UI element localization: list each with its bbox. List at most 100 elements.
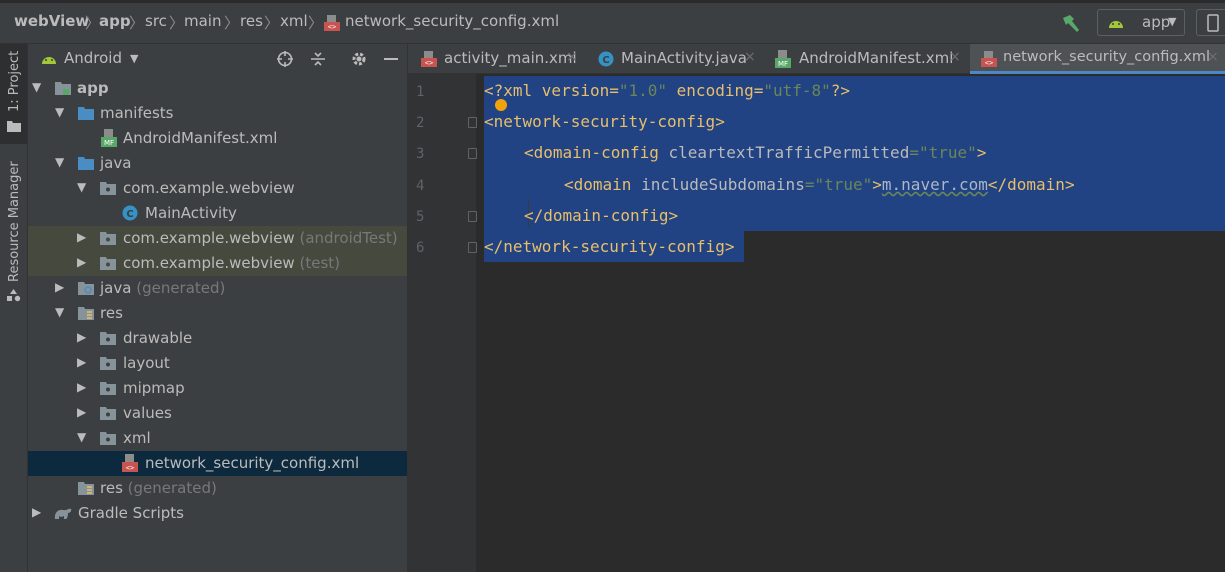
phone-icon: [1207, 14, 1219, 32]
tree-item-androidmanifest[interactable]: MF AndroidManifest.xml: [28, 126, 407, 151]
tree-item-package-test[interactable]: ▶ com.example.webview (test): [28, 251, 407, 276]
fold-marker-icon[interactable]: [468, 117, 477, 128]
gear-icon[interactable]: [350, 50, 368, 68]
android-icon: [42, 57, 56, 64]
folder-icon: [100, 332, 116, 345]
tree-item-label: res: [100, 304, 123, 322]
chevron-down-icon[interactable]: ▼: [55, 305, 64, 319]
chevron-right-icon[interactable]: ▶: [77, 405, 86, 419]
tree-item-app[interactable]: ▼ app: [28, 76, 407, 101]
svg-text:MF: MF: [104, 139, 114, 147]
chevron-right-icon[interactable]: ▶: [77, 380, 86, 394]
tree-item-label: res (generated): [100, 479, 217, 497]
tree-item-label: Gradle Scripts: [78, 504, 184, 522]
tree-item-manifests[interactable]: ▼ manifests: [28, 101, 407, 126]
chevron-down-icon[interactable]: ▼: [55, 105, 64, 119]
line-number: 6: [416, 240, 425, 256]
resource-manager-tool-tab[interactable]: Resource Manager: [0, 161, 27, 312]
fold-marker-icon[interactable]: [468, 148, 477, 159]
tree-item-label: com.example.webview: [123, 179, 295, 197]
fold-marker-icon[interactable]: [468, 211, 477, 222]
module-folder-icon: [55, 82, 71, 95]
close-icon[interactable]: ×: [1207, 49, 1219, 65]
breadcrumb-src[interactable]: src: [145, 12, 167, 30]
line-number: 2: [416, 115, 425, 131]
resource-folder-icon: [78, 482, 94, 495]
svg-text:C: C: [126, 209, 133, 220]
xml-file-icon: <>: [421, 51, 437, 67]
folder-icon: [100, 407, 116, 420]
breadcrumb-project[interactable]: webView: [14, 12, 89, 30]
editor-tabs: <> activity_main.xml × C MainActivity.ja…: [408, 44, 1225, 74]
breadcrumb-xml[interactable]: xml: [280, 12, 308, 30]
build-hammer-icon[interactable]: [1060, 12, 1084, 36]
chevron-right-icon[interactable]: ▶: [55, 280, 64, 294]
code-line-1: <?xml version="1.0" encoding="utf-8"?>: [484, 81, 851, 100]
chevron-down-icon[interactable]: ▼: [32, 80, 41, 94]
chevron-right-icon[interactable]: ▶: [32, 505, 41, 519]
project-tool-tab[interactable]: 1: Project: [0, 44, 27, 144]
close-icon[interactable]: ×: [566, 49, 578, 65]
tree-item-network-security-config[interactable]: <> network_security_config.xml: [28, 451, 407, 476]
tab-androidmanifest[interactable]: MF AndroidManifest.xml ×: [763, 44, 968, 74]
chevron-right-icon[interactable]: ▶: [77, 330, 86, 344]
tab-network-security-config[interactable]: <> network_security_config.xml ×: [970, 44, 1225, 74]
package-folder-icon: [100, 232, 116, 245]
device-selector-button[interactable]: [1196, 9, 1225, 36]
chevron-right-icon[interactable]: ▶: [77, 230, 86, 244]
locate-crosshair-icon[interactable]: [276, 50, 294, 68]
tab-mainactivity[interactable]: C MainActivity.java ×: [586, 44, 763, 74]
manifest-file-icon: MF: [101, 129, 117, 147]
folder-icon: [78, 107, 94, 120]
tree-item-layout[interactable]: ▶ layout: [28, 351, 407, 376]
tab-label: MainActivity.java: [621, 49, 747, 67]
tree-item-label: xml: [123, 429, 151, 447]
tree-item-mipmap[interactable]: ▶ mipmap: [28, 376, 407, 401]
close-icon[interactable]: ×: [949, 49, 961, 65]
tree-item-java[interactable]: ▼ java: [28, 151, 407, 176]
chevron-down-icon[interactable]: ▼: [55, 155, 64, 169]
tree-item-package[interactable]: ▼ com.example.webview: [28, 176, 407, 201]
tree-item-java-generated[interactable]: ▶ java (generated): [28, 276, 407, 301]
tree-item-gradle-scripts[interactable]: ▶ Gradle Scripts: [28, 501, 407, 526]
line-number: 5: [416, 209, 425, 225]
breadcrumb-file[interactable]: network_security_config.xml: [345, 12, 559, 30]
svg-text:C: C: [602, 55, 609, 66]
breadcrumb-separator: 〉: [264, 14, 280, 32]
line-number: 4: [416, 178, 425, 194]
chevron-right-icon[interactable]: ▶: [77, 355, 86, 369]
tree-item-res[interactable]: ▼ res: [28, 301, 407, 326]
intention-bulb-icon[interactable]: [495, 99, 507, 111]
tree-item-values[interactable]: ▶ values: [28, 401, 407, 426]
tree-item-xml[interactable]: ▼ xml: [28, 426, 407, 451]
close-icon[interactable]: ×: [744, 49, 756, 65]
tree-item-res-generated[interactable]: res (generated): [28, 476, 407, 501]
tree-item-label: manifests: [100, 104, 174, 122]
package-folder-icon: [100, 182, 116, 195]
svg-text:MF: MF: [778, 60, 788, 68]
tree-item-mainactivity[interactable]: C MainActivity: [28, 201, 407, 226]
generated-folder-icon: [78, 282, 94, 295]
minimize-icon[interactable]: [382, 50, 400, 68]
xml-file-icon: <>: [981, 51, 997, 67]
folder-icon: [100, 357, 116, 370]
tab-activity-main[interactable]: <> activity_main.xml ×: [408, 44, 586, 74]
gradle-icon: [54, 508, 72, 519]
tree-item-package-androidtest[interactable]: ▶ com.example.webview (androidTest): [28, 226, 407, 251]
collapse-all-icon[interactable]: [309, 50, 327, 68]
breadcrumb-separator: 〉: [129, 14, 145, 32]
chevron-down-icon[interactable]: ▼: [77, 430, 86, 444]
project-view-dropdown[interactable]: Android ▼: [38, 44, 153, 74]
tree-item-drawable[interactable]: ▶ drawable: [28, 326, 407, 351]
fold-marker-icon[interactable]: [468, 242, 477, 253]
run-configuration-dropdown[interactable]: app ▼: [1097, 9, 1185, 36]
tree-item-label: network_security_config.xml: [145, 454, 360, 472]
breadcrumb-res[interactable]: res: [240, 12, 263, 30]
project-panel-header: Android ▼: [28, 44, 407, 74]
chevron-down-icon[interactable]: ▼: [77, 180, 86, 194]
breadcrumb-module[interactable]: app: [99, 12, 131, 30]
android-icon: [1109, 21, 1123, 28]
code-editor[interactable]: <?xml version="1.0" encoding="utf-8"?> <…: [484, 74, 1225, 572]
chevron-right-icon[interactable]: ▶: [77, 255, 86, 269]
breadcrumb-main[interactable]: main: [184, 12, 221, 30]
